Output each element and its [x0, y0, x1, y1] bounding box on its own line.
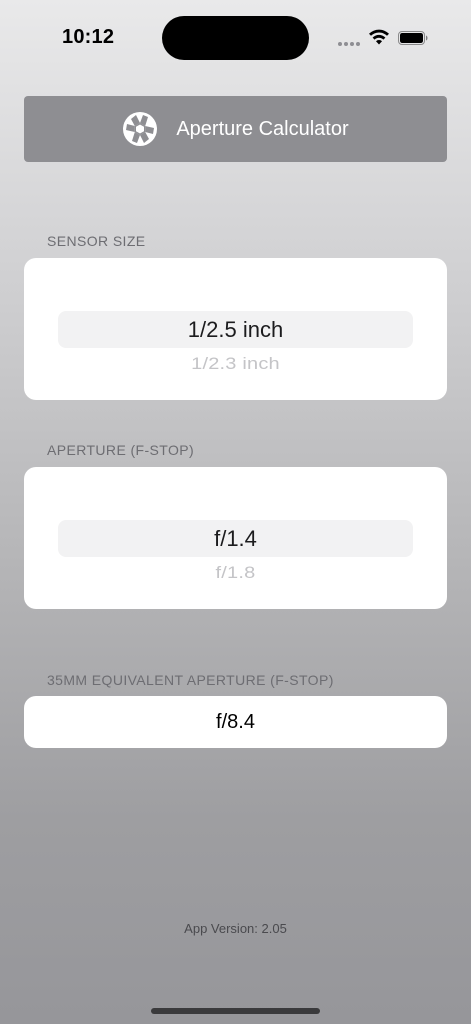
dynamic-island: [162, 16, 309, 60]
sensor-size-picker[interactable]: 1/2.5 inch 1/2.3 inch: [24, 258, 447, 400]
aperture-label: APERTURE (F-STOP): [47, 442, 195, 458]
app-title: Aperture Calculator: [176, 117, 349, 140]
home-indicator[interactable]: [151, 1008, 320, 1014]
status-bar: 10:12: [0, 0, 471, 70]
equivalent-aperture-result: f/8.4: [24, 696, 447, 748]
equivalent-aperture-value: f/8.4: [216, 710, 255, 733]
sensor-size-next-value[interactable]: 1/2.3 inch: [24, 353, 447, 376]
app-version: App Version: 2.05: [184, 921, 287, 936]
status-time: 10:12: [62, 26, 115, 48]
sensor-size-selected-value[interactable]: 1/2.5 inch: [24, 311, 447, 348]
battery-icon: [398, 31, 428, 45]
aperture-picker[interactable]: f/1.4 f/1.8: [24, 467, 447, 609]
wifi-icon: [369, 29, 389, 45]
aperture-icon: [123, 112, 158, 146]
equivalent-aperture-label: 35MM EQUIVALENT APERTURE (F-STOP): [47, 672, 334, 688]
aperture-next-value[interactable]: f/1.8: [24, 562, 447, 585]
cellular-signal-icon: [338, 42, 362, 46]
sensor-size-label: SENSOR SIZE: [47, 233, 146, 249]
app-header: Aperture Calculator: [24, 96, 447, 162]
aperture-selected-value[interactable]: f/1.4: [24, 520, 447, 557]
